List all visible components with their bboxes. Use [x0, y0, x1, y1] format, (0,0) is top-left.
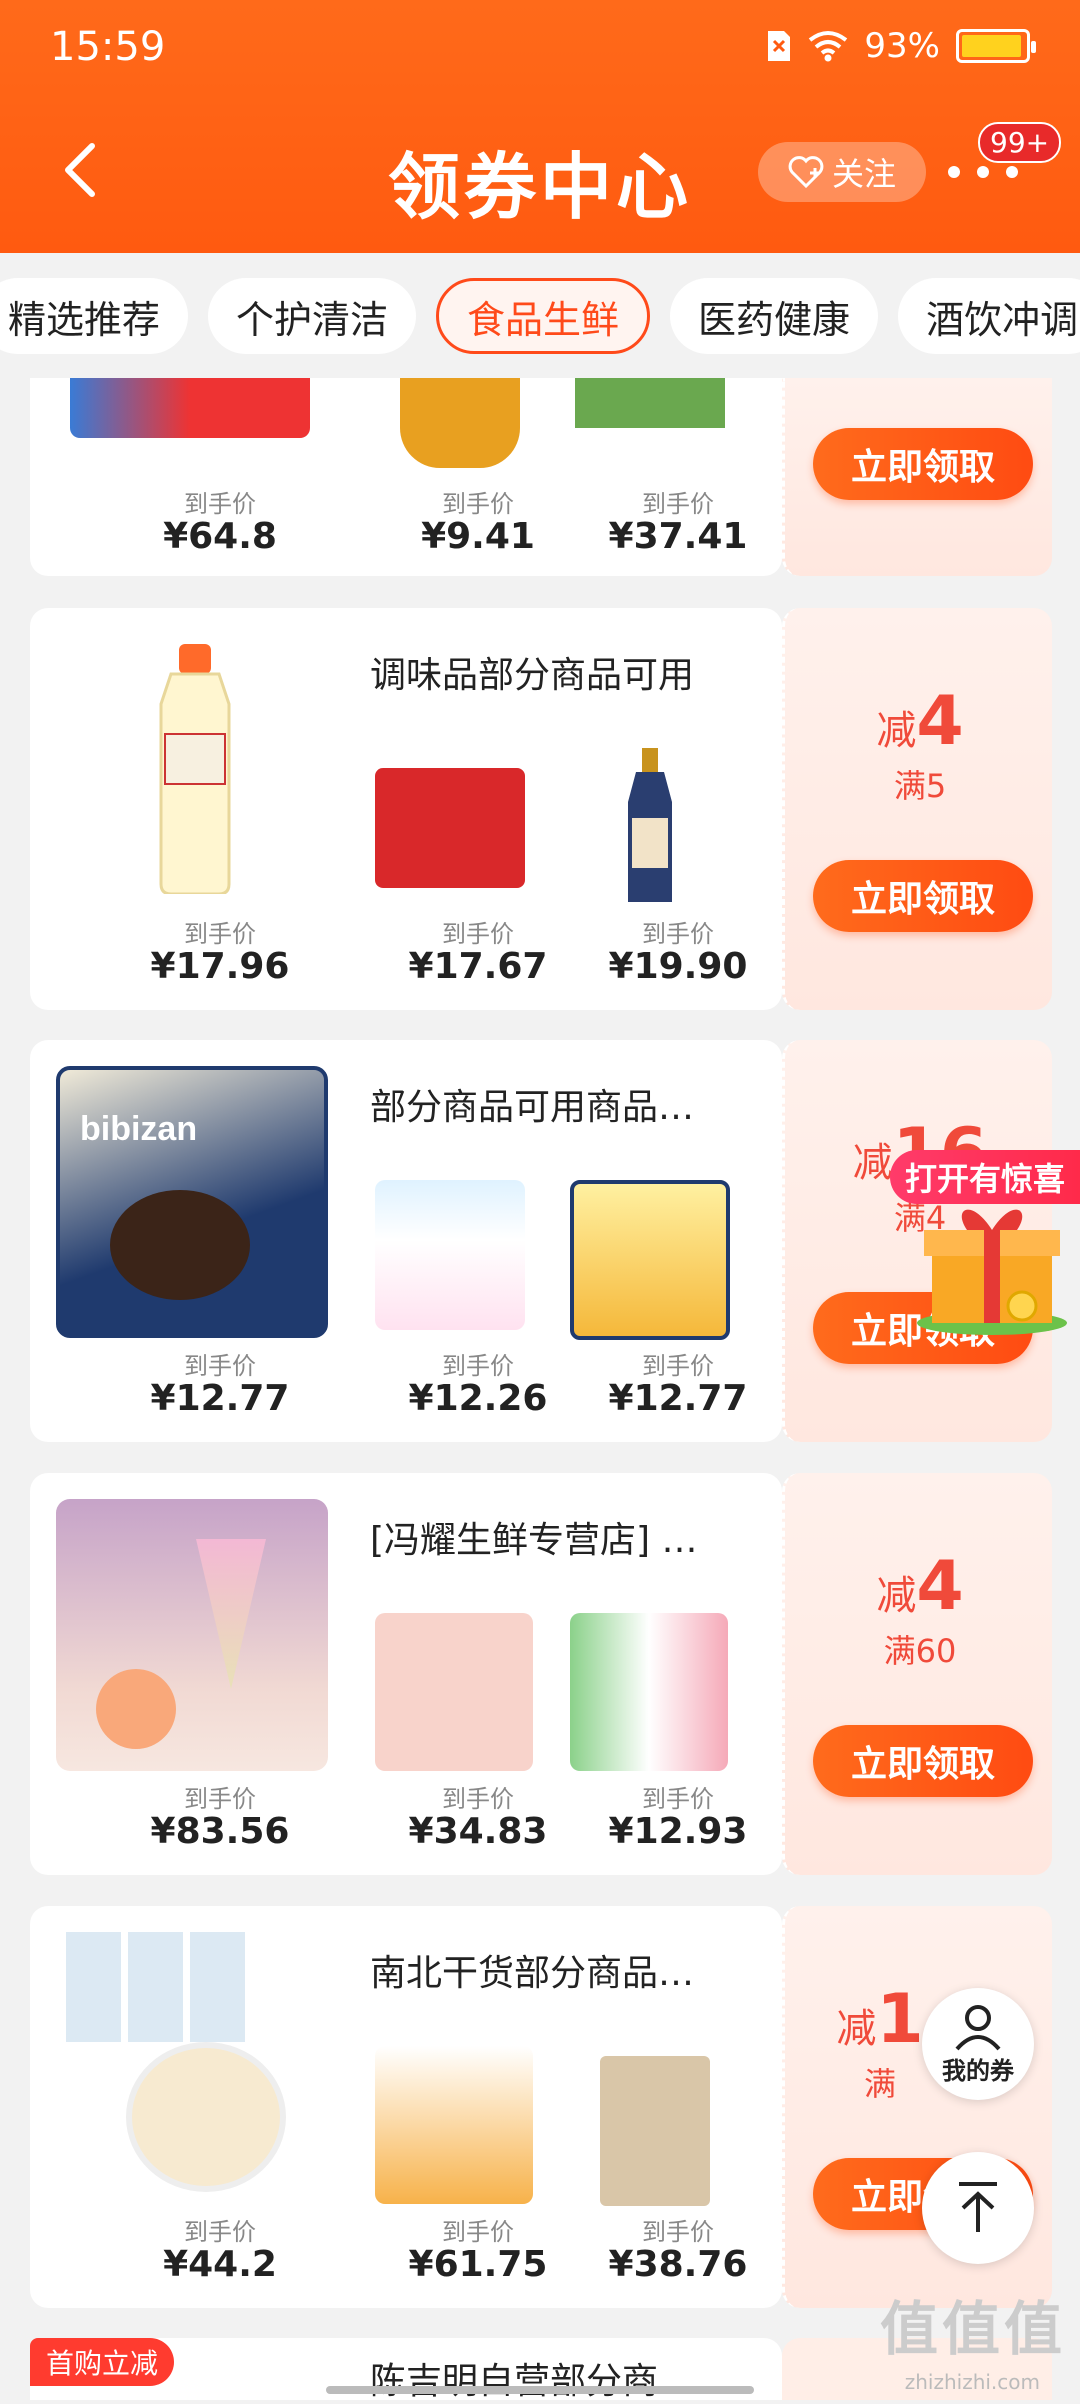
price-label: 到手价	[578, 1779, 778, 1814]
tab-drinks[interactable]: 酒饮冲调	[898, 278, 1080, 354]
tab-health[interactable]: 医药健康	[670, 278, 878, 354]
coupon-title: 部分商品可用商品…	[370, 1078, 694, 1130]
coupon-title: 陈吉明自营部分商	[370, 2352, 658, 2404]
discount-prefix: 减	[876, 708, 916, 754]
product-image[interactable]	[570, 1613, 728, 1771]
product-price: ¥12.93	[578, 1811, 778, 1852]
product-image[interactable]	[375, 1180, 525, 1330]
battery-percent: 93%	[864, 26, 940, 66]
product-image[interactable]	[600, 2056, 710, 2206]
battery-icon	[956, 29, 1030, 63]
my-coupons-label: 我的券	[942, 2051, 1014, 2086]
product-price: ¥12.26	[378, 1378, 578, 1419]
coupon-card: 调味品部分商品可用 到手价 ¥17.96 到手价 ¥17.67 到手价 ¥19.…	[30, 608, 1052, 1010]
product-price: ¥19.90	[578, 946, 778, 987]
product-price: ¥61.75	[378, 2244, 578, 2285]
price-label: 到手价	[120, 1779, 320, 1814]
coupon-card: 南北干货部分商品… 到手价 ¥44.2 到手价 ¥61.75 到手价 ¥38.7…	[30, 1906, 1052, 2308]
product-price: ¥64.8	[120, 516, 320, 557]
coupon-discount: 减4 满5	[785, 682, 1055, 807]
discount-prefix: 减	[836, 2006, 876, 2052]
discount-amount: 4	[916, 1547, 963, 1626]
product-image[interactable]	[375, 1613, 533, 1771]
message-badge: 99+	[978, 122, 1061, 163]
coupon-card: [冯耀生鲜专营店] … 到手价 ¥83.56 到手价 ¥34.83 到手价 ¥1…	[30, 1473, 1052, 1875]
coupon-card: 到手价 ¥64.8 到手价 ¥9.41 到手价 ¥37.41 立即领取	[30, 378, 1052, 576]
coupon-discount: 减4 满60	[785, 1547, 1055, 1672]
watermark: 值值值	[880, 2282, 1066, 2366]
product-price: ¥17.96	[120, 946, 320, 987]
coupon-title: [冯耀生鲜专营店] …	[370, 1511, 698, 1563]
product-price: ¥12.77	[120, 1378, 320, 1419]
first-purchase-badge: 首购立减	[30, 2338, 174, 2386]
price-label: 到手价	[378, 1346, 578, 1381]
discount-amount: 1	[876, 1980, 923, 2059]
tab-personal-care[interactable]: 个护清洁	[208, 278, 416, 354]
my-coupons-button[interactable]: 我的券	[922, 1988, 1034, 2100]
coupon-title: 调味品部分商品可用	[370, 646, 694, 698]
category-tabs: 精选推荐 个护清洁 食品生鲜 医药健康 酒饮冲调	[0, 253, 1080, 379]
follow-label: 关注	[832, 149, 896, 195]
product-price: ¥44.2	[120, 2244, 320, 2285]
status-icons: 93%	[766, 26, 1030, 66]
price-label: 到手价	[120, 2212, 320, 2247]
price-label: 到手价	[378, 2212, 578, 2247]
claim-button[interactable]: 立即领取	[813, 428, 1033, 500]
sim-icon	[766, 29, 792, 63]
product-image[interactable]	[70, 378, 310, 438]
product-image[interactable]	[375, 2046, 533, 2204]
product-image[interactable]	[620, 748, 680, 908]
price-label: 到手价	[578, 914, 778, 949]
coupon-threshold: 满5	[785, 761, 1055, 807]
price-label: 到手价	[578, 484, 778, 519]
wifi-icon	[808, 30, 848, 62]
discount-prefix: 减	[853, 1140, 893, 1186]
price-label: 到手价	[378, 484, 578, 519]
product-price: ¥17.67	[378, 946, 578, 987]
claim-button[interactable]: 立即领取	[813, 860, 1033, 932]
price-label: 到手价	[578, 1346, 778, 1381]
price-label: 到手价	[120, 914, 320, 949]
product-image[interactable]	[56, 1499, 328, 1771]
product-price: ¥12.77	[578, 1378, 778, 1419]
product-price: ¥9.41	[378, 516, 578, 557]
product-image[interactable]	[400, 378, 520, 468]
price-label: 到手价	[120, 1346, 320, 1381]
price-label: 到手价	[578, 2212, 778, 2247]
product-image[interactable]	[570, 1180, 730, 1340]
product-image[interactable]: bibizan	[56, 1066, 328, 1338]
discount-amount: 4	[916, 682, 963, 761]
price-label: 到手价	[378, 1779, 578, 1814]
product-image[interactable]	[575, 378, 725, 428]
app-header: 15:59 93% 领券中心 关注 99+	[0, 0, 1080, 253]
product-image[interactable]	[375, 768, 525, 888]
claim-button[interactable]: 立即领取	[813, 1725, 1033, 1797]
product-price: ¥34.83	[378, 1811, 578, 1852]
product-image[interactable]	[56, 1932, 328, 2204]
product-price: ¥38.76	[578, 2244, 778, 2285]
user-icon	[953, 2003, 1003, 2051]
gift-box-icon	[912, 1188, 1072, 1338]
product-image[interactable]	[145, 644, 245, 894]
scroll-top-button[interactable]	[922, 2152, 1034, 2264]
price-label: 到手价	[120, 484, 320, 519]
heart-icon	[788, 156, 824, 188]
product-price: ¥83.56	[120, 1811, 320, 1852]
coupon-title: 南北干货部分商品…	[370, 1944, 694, 1996]
gift-popup[interactable]: 打开有惊喜	[890, 1148, 1080, 1348]
brand-text: bibizan	[80, 1110, 197, 1149]
product-price: ¥37.41	[578, 516, 778, 557]
follow-button[interactable]: 关注	[758, 142, 926, 202]
coupon-threshold: 满60	[785, 1626, 1055, 1672]
arrow-up-icon	[953, 2180, 1003, 2236]
tab-food-fresh[interactable]: 食品生鲜	[436, 278, 650, 354]
tab-featured[interactable]: 精选推荐	[0, 278, 188, 354]
watermark-url: zhizhizhi.com	[905, 2370, 1040, 2394]
status-time: 15:59	[50, 24, 165, 70]
home-indicator[interactable]	[326, 2386, 754, 2394]
price-label: 到手价	[378, 914, 578, 949]
discount-prefix: 减	[876, 1573, 916, 1619]
